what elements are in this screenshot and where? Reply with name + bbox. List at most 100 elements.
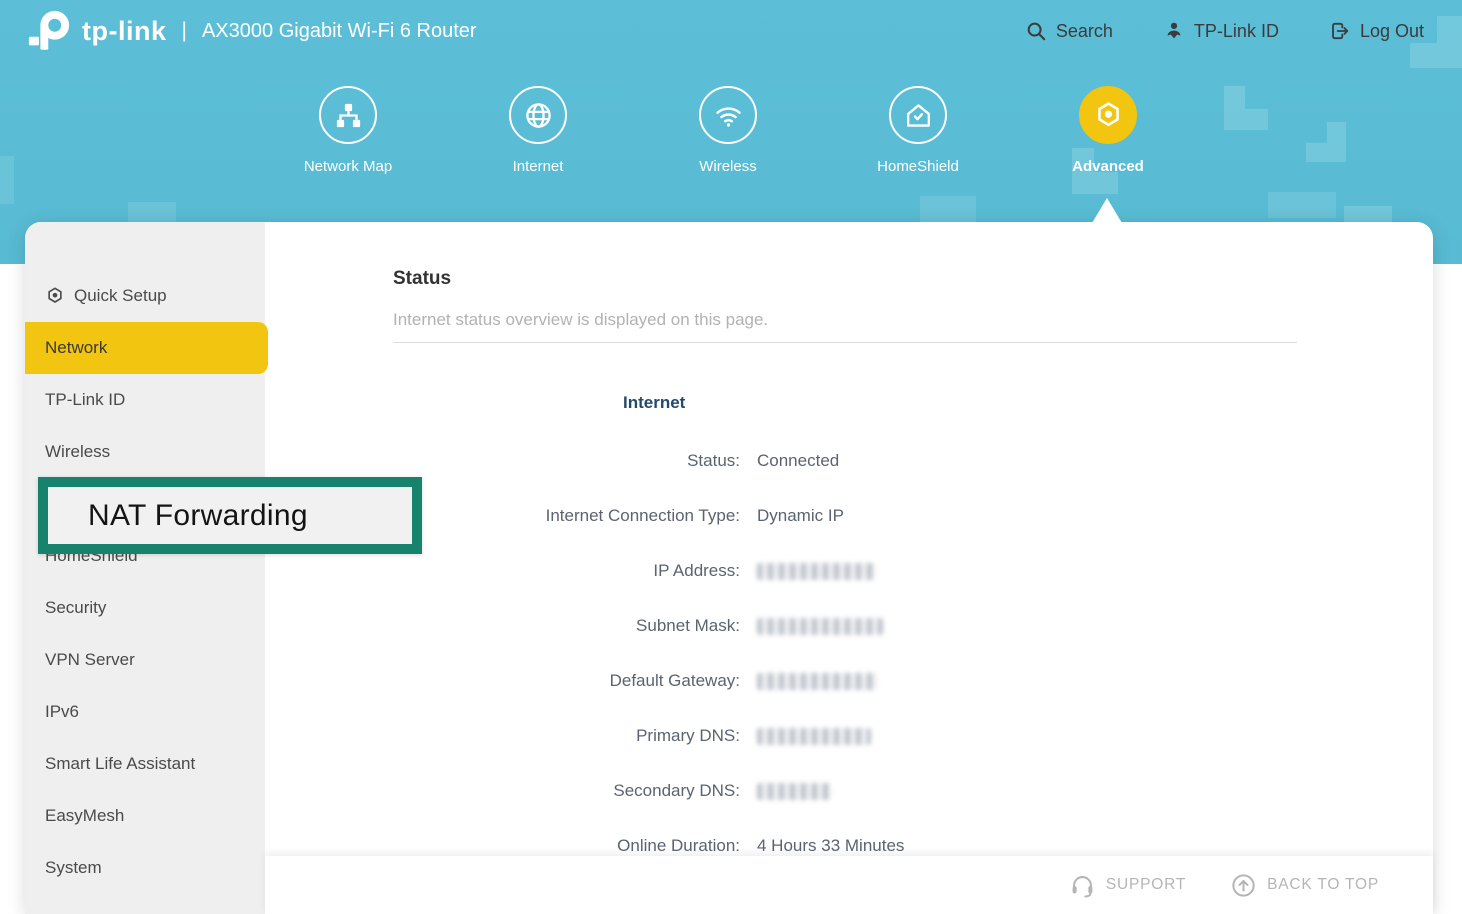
deco-block	[920, 196, 976, 222]
sidebar-item-quick-setup[interactable]: Quick Setup	[25, 270, 265, 322]
sidebar-item-label: Smart Life Assistant	[45, 754, 195, 774]
logout-icon	[1329, 20, 1351, 42]
sidebar-item-system[interactable]: System	[25, 842, 265, 894]
tab-circle	[1079, 86, 1137, 144]
sidebar-item-ipv6[interactable]: IPv6	[25, 686, 265, 738]
back-to-top-button[interactable]: BACK TO TOP	[1230, 872, 1379, 899]
tp-link-id-label: TP-Link ID	[1194, 21, 1279, 42]
redacted-value	[757, 728, 871, 745]
sidebar-item-label: VPN Server	[45, 650, 135, 670]
field-label: Subnet Mask:	[393, 616, 740, 636]
field-label: Secondary DNS:	[393, 781, 740, 801]
tab-label: HomeShield	[877, 158, 959, 175]
redacted-value	[757, 673, 877, 690]
tab-network-map[interactable]: Network Map	[253, 86, 443, 175]
page-subtitle: Internet status overview is displayed on…	[393, 310, 1433, 330]
search-icon	[1025, 20, 1047, 42]
sidebar: Quick Setup Network TP-Link ID Wireless …	[25, 222, 265, 914]
sidebar-item-label: System	[45, 858, 102, 878]
sidebar-item-label: Wireless	[45, 442, 110, 462]
back-to-top-label: BACK TO TOP	[1267, 876, 1379, 894]
tab-circle	[509, 86, 567, 144]
field-label: Primary DNS:	[393, 726, 740, 746]
sidebar-item-wireless[interactable]: Wireless	[25, 426, 265, 478]
status-field-row: Primary DNS:	[393, 708, 1433, 763]
page-title: Status	[393, 268, 1433, 290]
tab-label: Internet	[513, 158, 564, 175]
support-label: SUPPORT	[1106, 876, 1186, 894]
field-value: Connected	[757, 451, 839, 471]
sidebar-item-label: EasyMesh	[45, 806, 124, 826]
brand-name: tp-link	[82, 16, 167, 47]
footer-bar: SUPPORT BACK TO TOP	[265, 856, 1433, 914]
deco-block	[1268, 192, 1336, 218]
sidebar-item-label: TP-Link ID	[45, 390, 125, 410]
field-value	[757, 561, 875, 581]
internet-fields: Status: Connected Internet Connection Ty…	[393, 433, 1433, 873]
nat-forwarding-callout-label: NAT Forwarding	[88, 499, 308, 533]
headset-icon	[1069, 872, 1096, 899]
tp-link-logo-icon	[26, 9, 72, 53]
deco-block	[0, 156, 14, 204]
tab-circle	[889, 86, 947, 144]
field-label: IP Address:	[393, 561, 740, 581]
tp-link-id-button[interactable]: TP-Link ID	[1163, 20, 1279, 42]
up-arrow-circle-icon	[1230, 872, 1257, 899]
field-value	[757, 671, 877, 691]
content-card: Quick Setup Network TP-Link ID Wireless …	[25, 222, 1433, 914]
tab-label: Advanced	[1072, 158, 1144, 175]
tab-circle	[699, 86, 757, 144]
main-content: Status Internet status overview is displ…	[265, 222, 1433, 914]
tab-label: Wireless	[699, 158, 757, 175]
field-value: Dynamic IP	[757, 506, 844, 526]
search-label: Search	[1056, 21, 1113, 42]
deco-block	[1224, 86, 1268, 130]
field-value	[757, 726, 871, 746]
field-value	[757, 781, 831, 801]
redacted-value	[757, 563, 875, 580]
tab-circle	[319, 86, 377, 144]
status-field-row: Secondary DNS:	[393, 763, 1433, 818]
tab-internet[interactable]: Internet	[443, 86, 633, 175]
status-field-row: Status: Connected	[393, 433, 1433, 488]
status-field-row: IP Address:	[393, 543, 1433, 598]
sidebar-item-smart-life-assistant[interactable]: Smart Life Assistant	[25, 738, 265, 790]
field-label: Online Duration:	[393, 836, 740, 856]
log-out-label: Log Out	[1360, 21, 1424, 42]
field-label: Internet Connection Type:	[393, 506, 740, 526]
nat-forwarding-callout[interactable]: NAT Forwarding	[38, 477, 422, 554]
home-shield-icon	[903, 100, 934, 131]
network-map-icon	[333, 100, 364, 131]
main-nav-tabs: Network Map Internet Wireless HomeShield…	[253, 86, 1203, 175]
globe-icon	[523, 100, 554, 131]
redacted-value	[757, 618, 883, 635]
log-out-button[interactable]: Log Out	[1329, 20, 1424, 42]
redacted-value	[757, 783, 831, 800]
tab-wireless[interactable]: Wireless	[633, 86, 823, 175]
topbar-actions: Search TP-Link ID Log Out	[1025, 20, 1436, 42]
tab-advanced[interactable]: Advanced	[1013, 86, 1203, 175]
search-button[interactable]: Search	[1025, 20, 1113, 42]
status-field-row: Subnet Mask:	[393, 598, 1433, 653]
router-model-title: AX3000 Gigabit Wi-Fi 6 Router	[202, 20, 477, 43]
sidebar-item-security[interactable]: Security	[25, 582, 265, 634]
sidebar-item-tp-link-id[interactable]: TP-Link ID	[25, 374, 265, 426]
tab-label: Network Map	[304, 158, 392, 175]
sidebar-item-label: Quick Setup	[74, 286, 167, 306]
deco-block	[1306, 122, 1346, 162]
field-value	[757, 616, 883, 636]
tab-homeshield[interactable]: HomeShield	[823, 86, 1013, 175]
sidebar-item-vpn-server[interactable]: VPN Server	[25, 634, 265, 686]
field-label: Default Gateway:	[393, 671, 740, 691]
status-field-row: Default Gateway:	[393, 653, 1433, 708]
user-icon	[1163, 20, 1185, 42]
sidebar-item-network[interactable]: Network	[25, 322, 268, 374]
topbar: tp-link | AX3000 Gigabit Wi-Fi 6 Router …	[0, 0, 1462, 62]
sidebar-item-label: IPv6	[45, 702, 79, 722]
gear-icon	[1093, 100, 1124, 131]
sidebar-item-easymesh[interactable]: EasyMesh	[25, 790, 265, 842]
sidebar-item-label: Network	[45, 338, 107, 358]
field-label: Status:	[393, 451, 740, 471]
wifi-icon	[713, 100, 744, 131]
support-button[interactable]: SUPPORT	[1069, 872, 1186, 899]
